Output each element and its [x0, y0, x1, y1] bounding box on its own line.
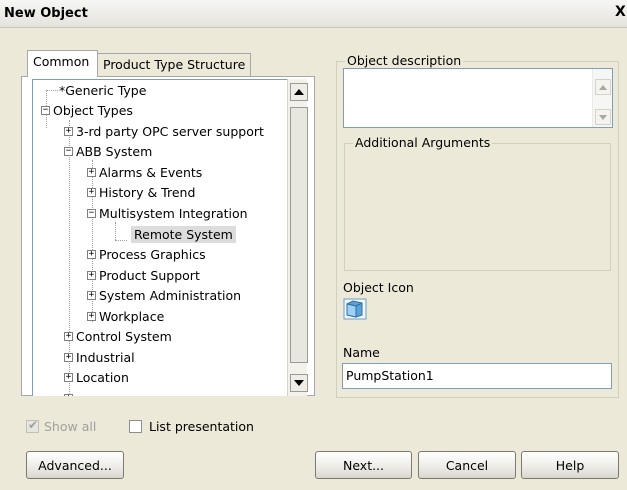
scroll-up-button[interactable]: [595, 79, 611, 95]
help-button[interactable]: Help: [521, 451, 619, 479]
description-textarea[interactable]: [343, 68, 613, 128]
close-button[interactable]: X: [615, 4, 627, 22]
tree-item[interactable]: + Location: [64, 367, 129, 387]
expand-icon[interactable]: +: [87, 167, 96, 177]
title-bar: New Object X: [0, 0, 627, 28]
tree-item-label: Object Types: [53, 102, 133, 118]
next-button[interactable]: Next...: [315, 451, 412, 479]
tree-item-label: Product Support: [99, 267, 200, 283]
tab-product-type-structure[interactable]: Product Type Structure: [97, 53, 252, 77]
object-cube-icon: [343, 298, 367, 320]
tree-item-partial[interactable]: +: [64, 388, 76, 396]
tree-item[interactable]: − Multisystem Integration: [87, 203, 248, 223]
expand-icon[interactable]: +: [64, 331, 73, 341]
scroll-down-button[interactable]: [595, 109, 611, 125]
tree-item[interactable]: + System Administration: [87, 285, 241, 305]
tree-item[interactable]: + Workplace: [87, 306, 164, 326]
tree-item[interactable]: + History & Trend: [87, 182, 195, 202]
scroll-down-button[interactable]: [290, 374, 308, 392]
tree-item-selected[interactable]: Remote System: [131, 224, 236, 244]
expand-icon[interactable]: +: [64, 393, 73, 396]
tree-item-label: History & Trend: [99, 184, 196, 200]
object-type-tree[interactable]: *Generic Type − Object Types +3-rd party …: [32, 79, 287, 396]
tree-item[interactable]: + Control System: [64, 326, 172, 346]
expand-icon[interactable]: +: [64, 126, 73, 136]
collapse-icon[interactable]: −: [87, 208, 96, 218]
tree-item-label: System Administration: [99, 287, 242, 303]
collapse-icon[interactable]: −: [41, 105, 50, 115]
description-scrollbar[interactable]: [592, 69, 612, 127]
tree-item[interactable]: + Industrial: [64, 347, 135, 367]
tree-item-label: Remote System: [131, 225, 236, 243]
tree-item-label: Process Graphics: [99, 246, 206, 262]
object-icon-label: Object Icon: [343, 280, 414, 295]
expand-icon[interactable]: +: [64, 372, 73, 382]
expand-icon[interactable]: +: [87, 270, 96, 280]
tree-item-label: 3-rd party OPC server support: [76, 123, 264, 139]
tab-common[interactable]: Common: [27, 50, 98, 77]
list-presentation-label: List presentation: [149, 419, 254, 434]
description-legend: Object description: [345, 53, 464, 68]
tree-item-label: Location: [76, 369, 129, 385]
checkmark-icon: ✔: [28, 418, 39, 432]
tree-item[interactable]: + Process Graphics: [87, 244, 206, 264]
tree-item[interactable]: +3-rd party OPC server support: [64, 121, 264, 141]
advanced-button[interactable]: Advanced...: [26, 451, 124, 479]
expand-icon[interactable]: +: [64, 352, 73, 362]
cancel-button[interactable]: Cancel: [418, 451, 516, 479]
scroll-up-button[interactable]: [290, 83, 308, 101]
tree-item[interactable]: − ABB System: [64, 141, 152, 161]
tree-item-label: Industrial: [76, 349, 135, 365]
name-input[interactable]: PumpStation1: [342, 363, 612, 389]
expand-icon[interactable]: +: [87, 187, 96, 197]
name-label: Name: [343, 345, 380, 360]
arrow-up-icon: [294, 89, 304, 95]
arguments-legend: Additional Arguments: [353, 135, 493, 150]
window-title: New Object: [4, 6, 88, 21]
tree-item-label: Alarms & Events: [99, 164, 203, 180]
show-all-checkbox[interactable]: ✔: [26, 418, 39, 433]
tree-item-label: Multisystem Integration: [99, 205, 248, 221]
scroll-thumb[interactable]: [290, 107, 308, 363]
list-presentation-checkbox[interactable]: [129, 420, 142, 433]
expand-icon[interactable]: +: [87, 249, 96, 259]
tree-item-label: Control System: [76, 328, 172, 344]
tree-item-label: ABB System: [76, 143, 153, 159]
arrow-up-icon: [599, 84, 607, 90]
expand-icon[interactable]: +: [87, 290, 96, 300]
tree-item[interactable]: − Object Types: [41, 100, 133, 120]
arrow-down-icon: [599, 114, 607, 120]
tree-item[interactable]: + Product Support: [87, 265, 200, 285]
tree-item[interactable]: + Alarms & Events: [87, 162, 202, 182]
expand-icon[interactable]: +: [87, 311, 96, 321]
additional-arguments-group: Additional Arguments: [344, 135, 611, 271]
collapse-icon[interactable]: −: [64, 146, 73, 156]
tree-item[interactable]: *Generic Type: [37, 80, 146, 100]
tree-scrollbar[interactable]: [287, 79, 308, 396]
show-all-label: Show all: [44, 419, 97, 434]
tree-item-label: *Generic Type: [59, 82, 147, 98]
tree-item-label: Workplace: [99, 308, 165, 324]
arrow-down-icon: [294, 380, 304, 386]
